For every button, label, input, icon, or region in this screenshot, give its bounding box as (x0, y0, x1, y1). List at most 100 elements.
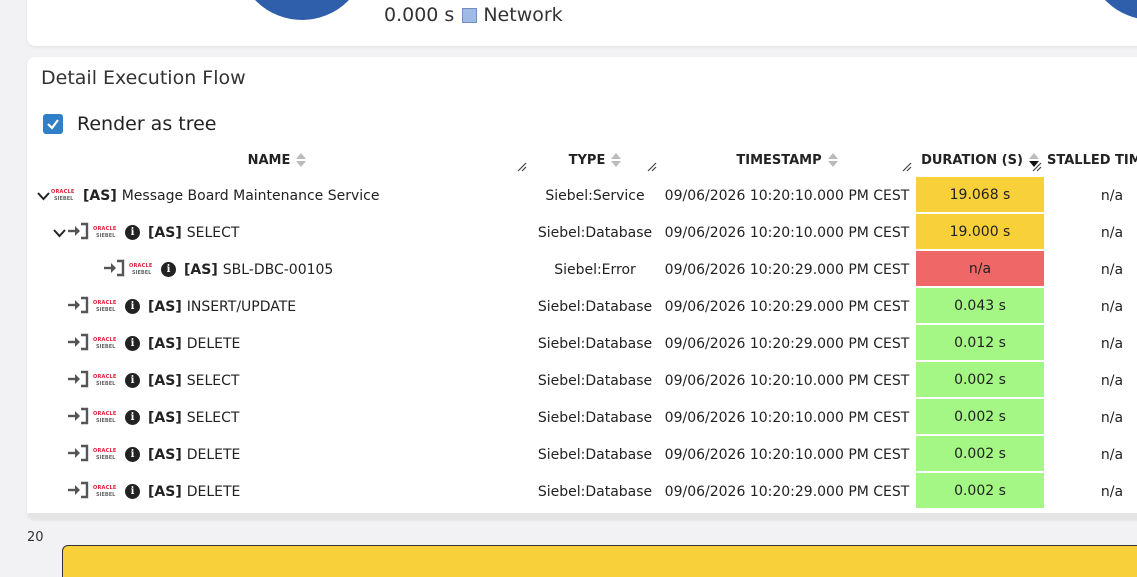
type-cell: Siebel:Service (545, 187, 645, 204)
row-name: Message Board Maintenance Service (121, 187, 380, 204)
table-body: ORACLE SIEBEL [AS] Message Board Maintenanc… (27, 177, 1137, 510)
timestamp-cell: 09/06/2026 10:20:29.000 PM CEST (664, 298, 910, 315)
info-icon[interactable]: i (161, 262, 176, 277)
siebel-logo-icon: ORACLE SIEBEL (93, 447, 117, 461)
duration-cell: 19.000 s (916, 214, 1044, 249)
info-icon[interactable]: i (125, 373, 140, 388)
name-cell: ORACLE SIEBEL i [AS] SBL-DBC-00105 (87, 251, 333, 288)
type-cell: Siebel:Database (537, 224, 653, 241)
card-title: Detail Execution Flow (41, 67, 246, 89)
enter-arrow-icon (67, 296, 93, 318)
name-cell: ORACLE SIEBEL i [AS] SELECT (51, 399, 239, 436)
table-row[interactable]: ORACLE SIEBEL i [AS] SBL-DBC-00105 Siebel:Err… (27, 251, 1137, 288)
type-cell: Siebel:Database (537, 335, 653, 352)
info-icon[interactable]: i (125, 225, 140, 240)
sort-icon[interactable] (827, 153, 838, 167)
column-header-name-label: NAME (247, 152, 291, 168)
sort-icon[interactable] (296, 153, 307, 167)
render-as-tree-label: Render as tree (77, 113, 217, 135)
table-row[interactable]: ORACLE SIEBEL i [AS] DELETE Siebel:Database 09… (27, 325, 1137, 362)
name-cell: ORACLE SIEBEL i [AS] SELECT (51, 214, 239, 251)
siebel-logo-icon: ORACLE SIEBEL (93, 336, 117, 350)
table-row[interactable]: ORACLE SIEBEL i [AS] INSERT/UPDATE Siebel:Dat… (27, 288, 1137, 325)
row-name: DELETE (186, 446, 241, 463)
type-cell: Siebel:Database (537, 372, 653, 389)
table-row[interactable]: ORACLE SIEBEL i [AS] SELECT Siebel:Database 09… (27, 214, 1137, 251)
enter-arrow-icon (67, 407, 93, 429)
siebel-logo-icon: ORACLE SIEBEL (93, 373, 117, 387)
column-header-type[interactable]: TYPE (532, 143, 658, 177)
column-header-timestamp[interactable]: TIMESTAMP (667, 143, 907, 177)
row-tag: [AS] (148, 483, 182, 500)
row-name: SBL-DBC-00105 (222, 261, 334, 278)
name-cell: ORACLE SIEBEL i [AS] SELECT (51, 362, 239, 399)
siebel-logo-icon: ORACLE SIEBEL (93, 410, 117, 424)
column-header-stalled-label: STALLED TIM (1047, 152, 1137, 168)
render-as-tree-checkbox[interactable] (43, 114, 63, 134)
row-tag: [AS] (148, 446, 182, 463)
render-as-tree-toggle[interactable]: Render as tree (43, 113, 217, 135)
timestamp-cell: 09/06/2026 10:20:10.000 PM CEST (664, 446, 910, 463)
network-swatch (462, 7, 478, 23)
timestamp-cell: 09/06/2026 10:20:10.000 PM CEST (664, 187, 910, 204)
duration-cell: 0.002 s (916, 473, 1044, 508)
duration-cell: 0.002 s (916, 436, 1044, 471)
stalled-cell: n/a (1100, 409, 1124, 426)
stalled-cell: n/a (1100, 261, 1124, 278)
info-icon[interactable]: i (125, 410, 140, 425)
row-name: INSERT/UPDATE (186, 298, 297, 315)
column-header-duration-label: DURATION (S) (921, 152, 1023, 168)
duration-cell: 0.002 s (916, 362, 1044, 397)
chevron-down-icon[interactable] (35, 188, 51, 204)
timestamp-cell: 09/06/2026 10:20:10.000 PM CEST (664, 224, 910, 241)
table-row[interactable]: ORACLE SIEBEL i [AS] SELECT Siebel:Database 09… (27, 362, 1137, 399)
info-icon[interactable]: i (125, 447, 140, 462)
enter-arrow-icon (67, 333, 93, 355)
summary-card: 0.000 s Network (27, 0, 1137, 46)
execution-table: NAME TYPE TIMESTAMP DURATION (S) STALLED… (27, 143, 1137, 510)
table-row[interactable]: ORACLE SIEBEL i [AS] SELECT Siebel:Database 09… (27, 399, 1137, 436)
type-cell: Siebel:Error (554, 261, 636, 278)
execution-flow-card: Detail Execution Flow Render as tree NAM… (27, 57, 1137, 519)
column-header-duration[interactable]: DURATION (S) (916, 143, 1044, 177)
row-tag: [AS] (148, 224, 182, 241)
info-icon[interactable]: i (125, 336, 140, 351)
row-name: SELECT (186, 224, 240, 241)
table-row[interactable]: ORACLE SIEBEL [AS] Message Board Maintenanc… (27, 177, 1137, 214)
sort-icon[interactable] (611, 153, 622, 167)
chevron-down-icon[interactable] (51, 225, 67, 241)
siebel-logo-icon: ORACLE SIEBEL (93, 484, 117, 498)
type-cell: Siebel:Database (537, 483, 653, 500)
timeline-bar[interactable] (62, 545, 1137, 577)
row-name: SELECT (186, 372, 240, 389)
resize-handle-icon[interactable] (647, 157, 657, 172)
column-header-name[interactable]: NAME (27, 143, 527, 177)
table-row[interactable]: ORACLE SIEBEL i [AS] DELETE Siebel:Database 09… (27, 473, 1137, 510)
network-label: Network (483, 4, 563, 26)
resize-handle-icon[interactable] (902, 157, 912, 172)
horizontal-scrollbar[interactable] (27, 513, 1137, 519)
name-cell: ORACLE SIEBEL i [AS] DELETE (51, 436, 240, 473)
stalled-cell: n/a (1100, 224, 1124, 241)
info-icon[interactable]: i (125, 299, 140, 314)
row-name: DELETE (186, 335, 241, 352)
stalled-cell: n/a (1100, 298, 1124, 315)
column-header-stalled[interactable]: STALLED TIM (1047, 143, 1137, 177)
row-tag: [AS] (148, 298, 182, 315)
table-row[interactable]: ORACLE SIEBEL i [AS] DELETE Siebel:Database 09… (27, 436, 1137, 473)
info-icon[interactable]: i (125, 484, 140, 499)
enter-arrow-icon (67, 370, 93, 392)
name-cell: ORACLE SIEBEL i [AS] INSERT/UPDATE (51, 288, 296, 325)
duration-cell: 19.068 s (916, 177, 1044, 212)
row-name: SELECT (186, 409, 240, 426)
row-tag: [AS] (184, 261, 218, 278)
row-tag: [AS] (83, 187, 117, 204)
type-cell: Siebel:Database (537, 298, 653, 315)
name-cell: ORACLE SIEBEL i [AS] DELETE (51, 325, 240, 362)
timestamp-cell: 09/06/2026 10:20:10.000 PM CEST (664, 372, 910, 389)
resize-handle-icon[interactable] (1032, 157, 1042, 172)
resize-handle-icon[interactable] (517, 157, 527, 172)
table-header: NAME TYPE TIMESTAMP DURATION (S) STALLED… (27, 143, 1137, 177)
stalled-cell: n/a (1100, 187, 1124, 204)
network-value: 0.000 s (384, 4, 455, 26)
